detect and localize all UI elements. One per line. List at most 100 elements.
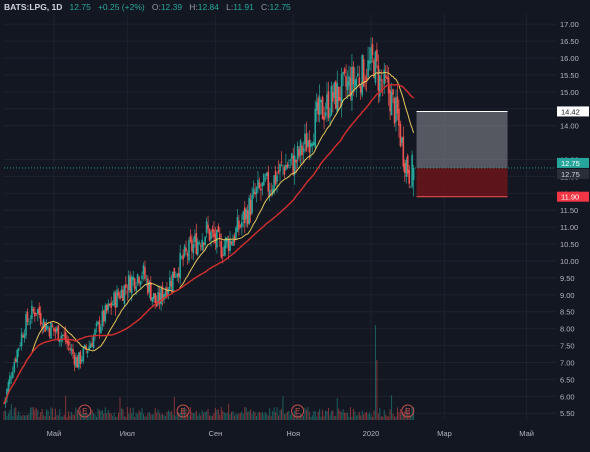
candle: [236, 209, 239, 233]
volume-bar: [109, 412, 111, 420]
volume-bar: [201, 410, 203, 420]
candle: [336, 70, 339, 114]
volume-bar: [49, 415, 51, 420]
volume-bar: [244, 407, 246, 420]
volume-bar: [276, 407, 278, 420]
candle: [409, 186, 412, 188]
candle: [214, 226, 217, 251]
candle: [311, 141, 314, 153]
candle: [29, 315, 32, 330]
candle: [73, 352, 76, 372]
candle: [97, 321, 99, 326]
volume-bar: [94, 414, 96, 420]
candle: [78, 352, 80, 370]
candle: [169, 270, 171, 291]
volume-bar: [319, 408, 321, 420]
candle-body: [116, 289, 118, 308]
price-tag-label: 14.42: [561, 107, 580, 116]
candle-body: [129, 276, 132, 293]
candle: [330, 81, 333, 117]
candle: [122, 285, 124, 301]
candle: [276, 172, 278, 193]
candle: [289, 158, 292, 168]
candle-body: [123, 285, 126, 304]
volume-bar: [349, 407, 351, 420]
volume-bar: [380, 416, 382, 420]
candle: [110, 296, 112, 316]
candle-body: [412, 167, 415, 181]
volume-bar: [59, 409, 61, 420]
volume-bar: [13, 408, 15, 420]
candle-body: [285, 164, 287, 171]
y-tick-label: 9.00: [560, 291, 575, 300]
volume-bar: [24, 415, 26, 420]
candle-body: [185, 247, 187, 252]
volume-bar: [118, 412, 120, 420]
candle: [216, 229, 218, 254]
candle-body: [28, 323, 30, 325]
volume-bar: [358, 412, 360, 420]
candle-body: [144, 267, 146, 279]
candle-body: [249, 199, 252, 216]
candle-body: [380, 79, 383, 81]
candle-body: [194, 235, 196, 243]
candle-body: [324, 112, 327, 116]
earnings-marker-label: E: [82, 407, 87, 416]
candle: [254, 183, 256, 198]
candle-body: [355, 78, 358, 86]
volume-bar: [141, 408, 143, 420]
candle: [194, 229, 196, 248]
candle-body: [390, 92, 393, 116]
volume-bar: [95, 416, 97, 420]
volume-bar: [154, 407, 156, 420]
candle-body: [207, 224, 209, 229]
volume-bar: [150, 414, 152, 420]
volume-bar: [361, 410, 363, 420]
volume-bar: [66, 416, 68, 420]
candle-body: [298, 148, 300, 157]
candle-body: [323, 116, 325, 121]
volume-bar: [313, 410, 315, 420]
volume-bar: [278, 415, 280, 420]
price-chart[interactable]: E E E E 5.50 6.00 6.50 7.00 7.50 8.00 8.50 9.00 9.50…: [0, 0, 590, 447]
y-tick-label: 5.50: [560, 409, 575, 418]
candle-body: [169, 277, 171, 290]
volume-bar: [257, 412, 259, 420]
candle-body: [376, 49, 378, 62]
candle: [185, 240, 187, 255]
volume-bar: [369, 412, 371, 420]
volume-bar: [267, 415, 269, 420]
candle-body: [295, 159, 297, 163]
volume-bar: [225, 413, 227, 420]
candle: [91, 337, 93, 347]
volume-bar: [213, 412, 215, 420]
volume-bar: [115, 416, 117, 420]
y-tick-label: 16.50: [560, 37, 579, 46]
candle: [248, 194, 250, 226]
candle: [53, 327, 55, 337]
candle: [19, 342, 21, 348]
volume-bar: [76, 409, 78, 420]
candle-body: [229, 238, 231, 251]
candle: [274, 165, 277, 186]
candle: [296, 141, 299, 169]
volume-bar: [248, 411, 250, 420]
volume-bar: [228, 403, 230, 420]
candle: [320, 99, 322, 115]
candle-body: [147, 278, 149, 294]
volume-bar: [137, 413, 139, 420]
candle: [67, 336, 70, 351]
candle-body: [343, 68, 346, 74]
candle: [318, 84, 321, 123]
volume-bar: [3, 410, 5, 420]
earnings-marker-label: E: [405, 407, 410, 416]
candle: [370, 37, 372, 71]
volume-bar: [275, 412, 277, 420]
candle-body: [9, 375, 11, 384]
chart-area[interactable]: E E E E 5.50 6.00 6.50 7.00 7.50 8.00 8.50 9.00 9.50…: [0, 0, 590, 447]
candle-body: [398, 108, 400, 126]
volume-bar: [269, 408, 271, 420]
volume-bar: [129, 407, 131, 420]
volume-bar: [238, 413, 240, 420]
volume-bar: [10, 404, 12, 420]
